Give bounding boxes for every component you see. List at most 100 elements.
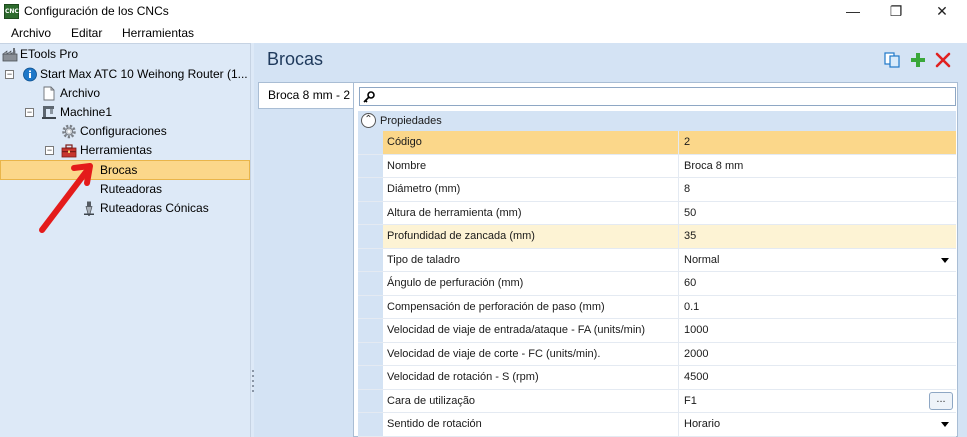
tree-label: Configuraciones (80, 124, 167, 138)
property-gutter (358, 366, 383, 389)
property-gutter (358, 342, 383, 365)
property-name: Código (383, 131, 679, 154)
property-value[interactable]: 2000 (679, 343, 956, 366)
property-gutter (358, 201, 383, 224)
tree-label: Ruteadoras (100, 182, 163, 196)
menu-editar[interactable]: Editar (71, 26, 102, 40)
property-row[interactable]: Código 2 (358, 131, 956, 155)
property-value[interactable]: Horario (679, 413, 956, 436)
app-cnc-icon: CNC (4, 4, 19, 19)
property-gutter (358, 272, 383, 295)
property-row[interactable]: Diámetro (mm) 8 (358, 178, 956, 202)
tree-item-machine1[interactable]: − Machine1 (0, 103, 250, 122)
annotation-arrow-icon (39, 163, 93, 233)
tree-label: ETools Pro (20, 47, 79, 61)
property-row[interactable]: Velocidad de viaje de entrada/ataque - F… (358, 319, 956, 343)
property-row[interactable]: Altura de herramienta (mm) 50 (358, 201, 956, 225)
property-name: Diámetro (mm) (383, 178, 679, 201)
property-row[interactable]: Compensación de perforación de paso (mm)… (358, 295, 956, 319)
property-name: Tipo de taladro (383, 248, 679, 271)
property-row[interactable]: Tipo de taladro Normal (358, 248, 956, 272)
property-name: Sentido de rotación (383, 413, 679, 436)
property-gutter (358, 389, 383, 412)
info-globe-icon (23, 67, 37, 82)
property-value[interactable]: 1000 (679, 319, 956, 342)
close-button[interactable]: ✕ (919, 0, 965, 23)
group-label: Propiedades (380, 115, 442, 127)
property-row[interactable]: Cara de utilização F1... (358, 389, 956, 413)
dropdown-arrow-icon[interactable] (941, 257, 949, 263)
property-value[interactable]: F1 (679, 390, 956, 413)
property-value[interactable]: 50 (679, 202, 956, 225)
menu-archivo[interactable]: Archivo (11, 26, 51, 40)
property-gutter (358, 131, 383, 154)
right-header: Brocas (254, 43, 967, 77)
tree-item-configuraciones[interactable]: Configuraciones (0, 122, 250, 141)
maximize-button[interactable]: ❐ (873, 0, 919, 23)
property-value[interactable]: Broca 8 mm (679, 155, 956, 178)
tab-area: Broca 8 mm - 2 ⌃ Propiedades Código 2 Nomb… (254, 77, 967, 437)
property-value[interactable]: Normal (679, 249, 956, 272)
property-name: Nombre (383, 154, 679, 177)
tree-label: Start Max ATC 10 Weihong Router (1... (40, 67, 248, 81)
tree-item-etools-pro[interactable]: ETools Pro (0, 45, 250, 64)
tree-label: Ruteadoras Cónicas (100, 201, 209, 215)
collapse-icon[interactable]: − (25, 108, 34, 117)
toolbox-icon (61, 144, 77, 158)
property-row[interactable]: Velocidad de viaje de corte - FC (units/… (358, 342, 956, 366)
tab-broca-8mm[interactable]: Broca 8 mm - 2 (258, 82, 354, 109)
factory-icon (2, 48, 18, 62)
ellipsis-button[interactable]: ... (929, 391, 953, 410)
menu-herramientas[interactable]: Herramientas (122, 26, 194, 40)
property-row[interactable]: Ángulo de perfuración (mm) 60 (358, 272, 956, 296)
window-title: Configuración de los CNCs (24, 4, 169, 18)
property-gutter (358, 319, 383, 342)
property-row[interactable]: Profundidad de zancada (mm) 35 (358, 225, 956, 249)
minimize-button[interactable]: — (830, 0, 876, 23)
property-search-input[interactable] (359, 87, 956, 106)
tree-item-archivo[interactable]: Archivo (0, 84, 250, 103)
copy-icon[interactable] (884, 52, 900, 68)
property-name: Altura de herramienta (mm) (383, 201, 679, 224)
property-gutter (358, 248, 383, 271)
dropdown-arrow-icon[interactable] (941, 422, 949, 427)
property-value[interactable]: 60 (679, 272, 956, 295)
property-name: Velocidad de viaje de corte - FC (units/… (383, 342, 679, 365)
key-icon (363, 91, 375, 103)
menu-bar: Archivo Editar Herramientas (0, 23, 967, 43)
property-name: Profundidad de zancada (mm) (383, 225, 679, 248)
property-gutter (358, 178, 383, 201)
property-name: Velocidad de viaje de entrada/ataque - F… (383, 319, 679, 342)
gear-icon (62, 124, 76, 139)
property-grid: Código 2 Nombre Broca 8 mm Diámetro (mm) 8 Alt… (358, 131, 956, 437)
add-icon[interactable] (910, 52, 926, 68)
tree-item-machine-group[interactable]: − Start Max ATC 10 Weihong Router (1... (0, 65, 250, 84)
property-row[interactable]: Velocidad de rotación - S (rpm) 4500 (358, 366, 956, 390)
property-gutter (358, 413, 383, 436)
tree-label: Machine1 (60, 105, 113, 119)
group-header-propiedades[interactable]: ⌃ Propiedades (358, 111, 956, 131)
delete-icon[interactable] (935, 52, 951, 68)
property-name: Velocidad de rotación - S (rpm) (383, 366, 679, 389)
collapse-group-icon[interactable]: ⌃ (361, 113, 376, 128)
collapse-icon[interactable]: − (5, 70, 14, 79)
property-row[interactable]: Sentido de rotación Horario (358, 413, 956, 437)
property-value[interactable]: 8 (679, 178, 956, 201)
property-value[interactable]: 2 (679, 131, 956, 154)
document-icon (43, 86, 55, 101)
tree-panel: ETools Pro − Start Max ATC 10 Weihong Ro… (0, 43, 250, 437)
property-value[interactable]: 0.1 (679, 296, 956, 319)
property-name: Compensación de perforación de paso (mm) (383, 295, 679, 318)
title-bar: CNC Configuración de los CNCs — ❐ ✕ (0, 0, 967, 23)
property-gutter (358, 154, 383, 177)
property-name: Cara de utilização (383, 389, 679, 412)
tree-label: Archivo (60, 86, 101, 100)
property-value[interactable]: 4500 (679, 366, 956, 389)
property-gutter (358, 225, 383, 248)
collapse-icon[interactable]: − (45, 146, 54, 155)
tab-content: ⌃ Propiedades Código 2 Nombre Broca 8 mm Diá… (353, 82, 958, 437)
property-value[interactable]: 35 (679, 225, 956, 248)
machine-icon (42, 106, 56, 119)
page-title: Brocas (267, 49, 324, 69)
property-row[interactable]: Nombre Broca 8 mm (358, 154, 956, 178)
